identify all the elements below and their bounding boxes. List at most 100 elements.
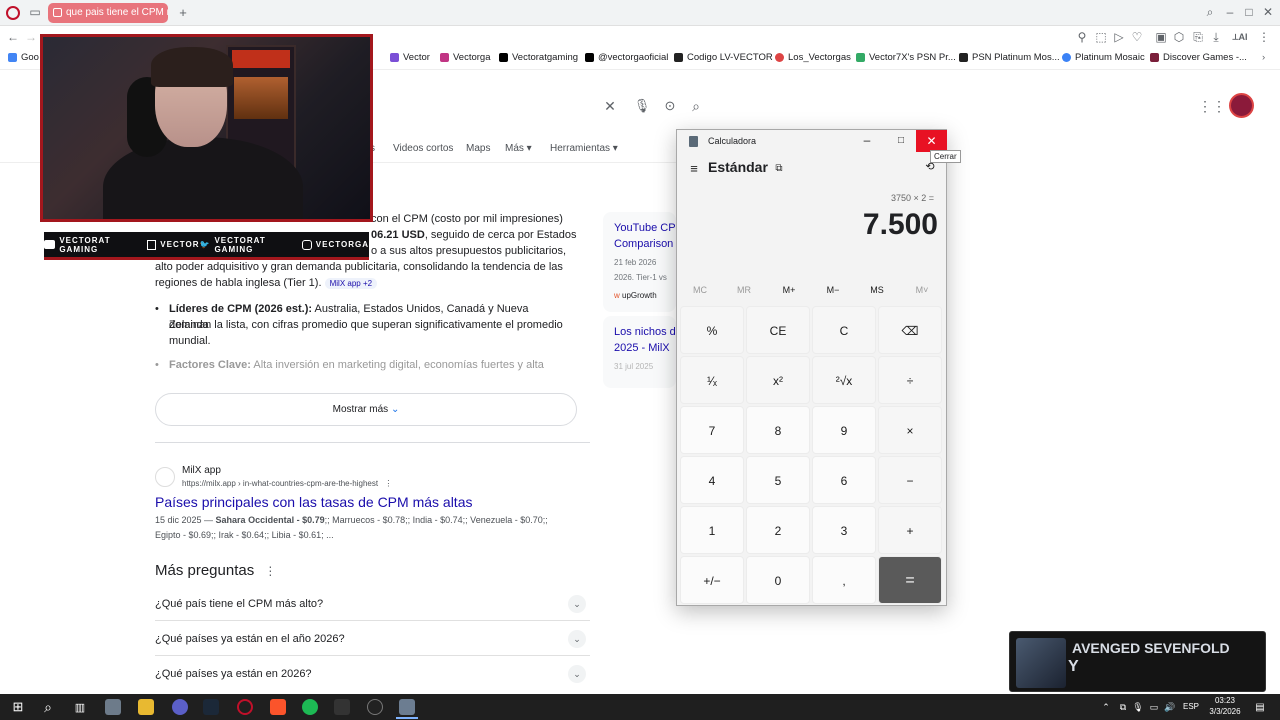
negate-button[interactable]: +/−	[680, 556, 744, 604]
search-icon[interactable]: ⌕	[688, 98, 704, 114]
history-icon[interactable]: ⟲	[923, 159, 937, 173]
hamburger-menu-icon[interactable]: ≡	[687, 161, 701, 176]
tab-herramientas[interactable]: Herramientas ▾	[550, 143, 618, 154]
digit-9-button[interactable]: 9	[812, 406, 876, 454]
square-root-button[interactable]: ²√x	[812, 356, 876, 404]
result-site-name[interactable]: MilX app	[182, 465, 221, 476]
multiply-button[interactable]: ×	[878, 406, 942, 454]
tab-mas[interactable]: Más ▾	[505, 143, 532, 154]
equals-button[interactable]: =	[878, 556, 942, 604]
memory-list-button[interactable]: M˅	[902, 285, 942, 295]
paa-question[interactable]: ¿Qué países ya están en el año 2026? ⌄	[155, 622, 590, 656]
tray-app-icon[interactable]: ⧉	[1117, 700, 1129, 714]
bookmark-item[interactable]: @vectorgaoficial	[585, 52, 668, 63]
steam-icon[interactable]	[203, 699, 219, 715]
paa-question[interactable]: ¿Qué países ya están en 2026? ⌄	[155, 657, 590, 691]
square-button[interactable]: x²	[746, 356, 810, 404]
close-browser-icon[interactable]: ✕	[1261, 5, 1275, 19]
player-icon[interactable]: ▷	[1113, 30, 1125, 44]
microphone-icon[interactable]: 🎙	[634, 98, 651, 114]
discord-icon[interactable]	[172, 699, 188, 715]
easy-files-icon[interactable]: ⎘	[1192, 30, 1204, 44]
search-icon[interactable]: ⌕	[40, 699, 56, 715]
side-card[interactable]: YouTube CPM Comparison 21 feb 2026 2026.…	[603, 212, 685, 312]
menu-icon[interactable]: ⋮	[1258, 30, 1270, 44]
microphone-icon[interactable]: 🎙	[1132, 700, 1144, 714]
bookmark-item[interactable]: Los_Vectorgas	[775, 52, 851, 63]
source-chip[interactable]: MilX app +2	[324, 278, 378, 289]
bookmark-item[interactable]: Vector	[390, 52, 430, 63]
apps-grid-icon[interactable]: ⋮⋮	[1198, 98, 1226, 114]
calculator-taskbar-icon[interactable]	[399, 699, 415, 715]
digit-6-button[interactable]: 6	[812, 456, 876, 504]
obs-icon[interactable]	[367, 699, 383, 715]
paa-question[interactable]: ¿Qué país tiene el CPM más alto? ⌄	[155, 587, 590, 621]
snapshot-icon[interactable]: ⬚	[1095, 30, 1107, 44]
backspace-button[interactable]: ⌫	[878, 306, 942, 354]
divide-button[interactable]: ÷	[878, 356, 942, 404]
avatar[interactable]	[1229, 93, 1254, 118]
app-icon[interactable]	[105, 699, 121, 715]
maximize-icon[interactable]: □	[894, 133, 908, 147]
bookmark-item[interactable]: PSN Platinum Mos...	[959, 52, 1060, 63]
bookmark-item[interactable]: Vectorga	[440, 52, 491, 63]
clear-button[interactable]: C	[812, 306, 876, 354]
tab-maps[interactable]: Maps	[466, 143, 490, 154]
close-button[interactable]: ✕	[916, 130, 947, 152]
minimize-icon[interactable]: –	[860, 133, 874, 147]
memory-add-button[interactable]: M+	[769, 285, 809, 295]
language-indicator[interactable]: ESP	[1183, 702, 1199, 711]
memory-clear-button[interactable]: MC	[680, 285, 720, 295]
brave-icon[interactable]	[270, 699, 286, 715]
forward-button[interactable]: →	[24, 30, 38, 44]
result-title-link[interactable]: Países principales con las tasas de CPM …	[155, 494, 472, 510]
decimal-button[interactable]: ,	[812, 556, 876, 604]
side-card[interactable]: Los nichos de 2025 - MilX 31 jul 2025	[603, 316, 682, 388]
app-icon[interactable]	[334, 699, 350, 715]
tab-videos-cortos[interactable]: Videos cortos	[393, 143, 453, 154]
digit-4-button[interactable]: 4	[680, 456, 744, 504]
clear-icon[interactable]: ✕	[602, 98, 618, 114]
back-button[interactable]: ←	[6, 30, 20, 44]
bookmark-item[interactable]: Vector7X's PSN Pr...	[856, 52, 956, 63]
subtract-button[interactable]: −	[878, 456, 942, 504]
notification-icon[interactable]: ▤	[1252, 699, 1268, 715]
bookmark-item[interactable]: Discover Games -...	[1150, 52, 1247, 63]
digit-5-button[interactable]: 5	[746, 456, 810, 504]
digit-1-button[interactable]: 1	[680, 506, 744, 554]
tray-chevron-icon[interactable]: ⌃	[1100, 700, 1112, 714]
search-tabs-icon[interactable]: ⌕	[1203, 5, 1217, 19]
opera-icon[interactable]	[6, 6, 20, 20]
maximize-icon[interactable]: □	[1242, 5, 1256, 19]
memory-store-button[interactable]: MS	[857, 285, 897, 295]
aria-ai-icon[interactable]: ⟂AI	[1228, 30, 1252, 44]
clock-time[interactable]: 03:23	[1205, 696, 1245, 705]
digit-3-button[interactable]: 3	[812, 506, 876, 554]
clock-date[interactable]: 3/3/2026	[1205, 707, 1245, 716]
memory-subtract-button[interactable]: M−	[813, 285, 853, 295]
bookmark-item[interactable]: Codigo LV-VECTOR	[674, 52, 773, 63]
pin-icon[interactable]: ⚲	[1076, 30, 1088, 44]
volume-icon[interactable]: 🔊	[1164, 700, 1176, 714]
new-tab-button[interactable]: +	[176, 5, 190, 20]
opera-icon[interactable]	[237, 699, 253, 715]
keep-on-top-icon[interactable]: ⧉	[772, 161, 786, 175]
digit-7-button[interactable]: 7	[680, 406, 744, 454]
clear-entry-button[interactable]: CE	[746, 306, 810, 354]
digit-0-button[interactable]: 0	[746, 556, 810, 604]
monitor-icon[interactable]: ▭	[1148, 700, 1160, 714]
file-explorer-icon[interactable]	[138, 699, 154, 715]
minimize-icon[interactable]: –	[1223, 5, 1237, 19]
percent-button[interactable]: %	[680, 306, 744, 354]
windows-start-icon[interactable]: ⊞	[10, 699, 26, 715]
bookmark-item[interactable]: Platinum Mosaic	[1062, 52, 1145, 63]
spotify-icon[interactable]	[302, 699, 318, 715]
digit-8-button[interactable]: 8	[746, 406, 810, 454]
reciprocal-button[interactable]: ¹⁄ₓ	[680, 356, 744, 404]
task-view-icon[interactable]: ▥	[72, 699, 88, 715]
extension-icon[interactable]: ▣	[1155, 30, 1167, 44]
lens-icon[interactable]: ⊙	[662, 98, 678, 114]
chevron-right-icon[interactable]: ›	[1262, 52, 1265, 63]
bookmark-item[interactable]: Vectoratgaming	[499, 52, 578, 63]
tab-search[interactable]: que pais tiene el CPM mas	[48, 3, 168, 23]
